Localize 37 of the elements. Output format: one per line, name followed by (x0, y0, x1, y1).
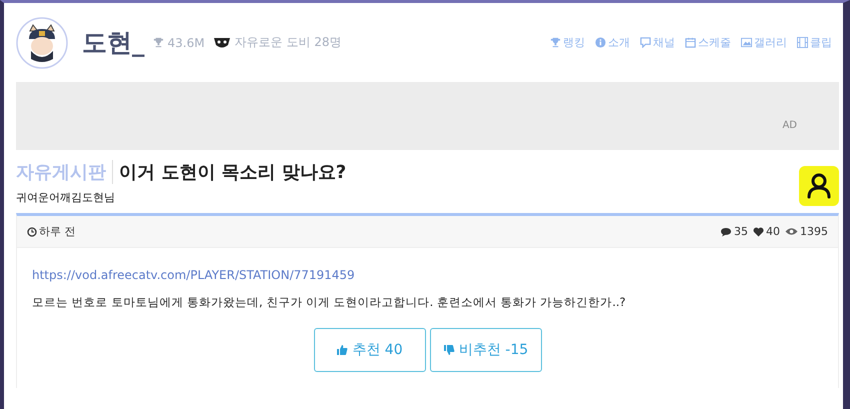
like-count: 40 (766, 225, 780, 238)
clock-icon (27, 226, 37, 236)
comment-count: 35 (734, 225, 748, 238)
nav-link[interactable]: 스케줄 (685, 35, 731, 50)
thumbs-up-icon (336, 344, 348, 356)
fan-group: 자유로운 도비 28명 (234, 34, 342, 51)
nav-link[interactable]: 채널 (640, 35, 675, 50)
board-name[interactable]: 자유게시판 (16, 160, 113, 184)
chat-icon (640, 37, 651, 48)
nav-link[interactable]: 클립 (797, 35, 832, 50)
trophy-score: 43.6M (168, 36, 205, 50)
image-icon (741, 37, 752, 48)
heart-icon (753, 226, 764, 236)
downvote-button[interactable]: 비추천 -15 (430, 328, 542, 372)
avatar-icon (16, 16, 68, 68)
post-title: 이거 도현이 목소리 맞나요? (119, 161, 346, 184)
view-count: 1395 (800, 225, 828, 238)
eye-icon (785, 227, 798, 236)
trophy-icon (550, 37, 561, 48)
calendar-icon (685, 37, 696, 48)
upvote-button[interactable]: 추천 40 (314, 328, 426, 372)
author-name: 귀여운어깨김도현님 (16, 190, 116, 205)
ad-label: AD (782, 120, 797, 131)
nav-link[interactable]: 갤러리 (741, 35, 787, 50)
film-icon (797, 37, 808, 48)
post-time: 하루 전 (39, 224, 76, 239)
thumbs-down-icon (442, 344, 455, 356)
nav-link[interactable]: 소개 (595, 35, 630, 50)
user-icon[interactable] (799, 166, 839, 206)
trophy-icon (152, 37, 164, 48)
comment-icon (720, 226, 732, 236)
streamer-name: 도현_ (82, 27, 144, 59)
mask-icon (212, 36, 231, 48)
nav-link[interactable]: 랭킹 (550, 35, 585, 50)
post-body: 모르는 번호로 토마토님에게 통화가왔는데, 친구가 이게 도현이라고합니다. 훈련소에서 통화가 가능하긴한가..? (32, 295, 627, 310)
info-icon (595, 37, 606, 48)
video-link[interactable]: https://vod.afreecatv.com/PLAYER/STATION/77191459 (32, 268, 355, 282)
